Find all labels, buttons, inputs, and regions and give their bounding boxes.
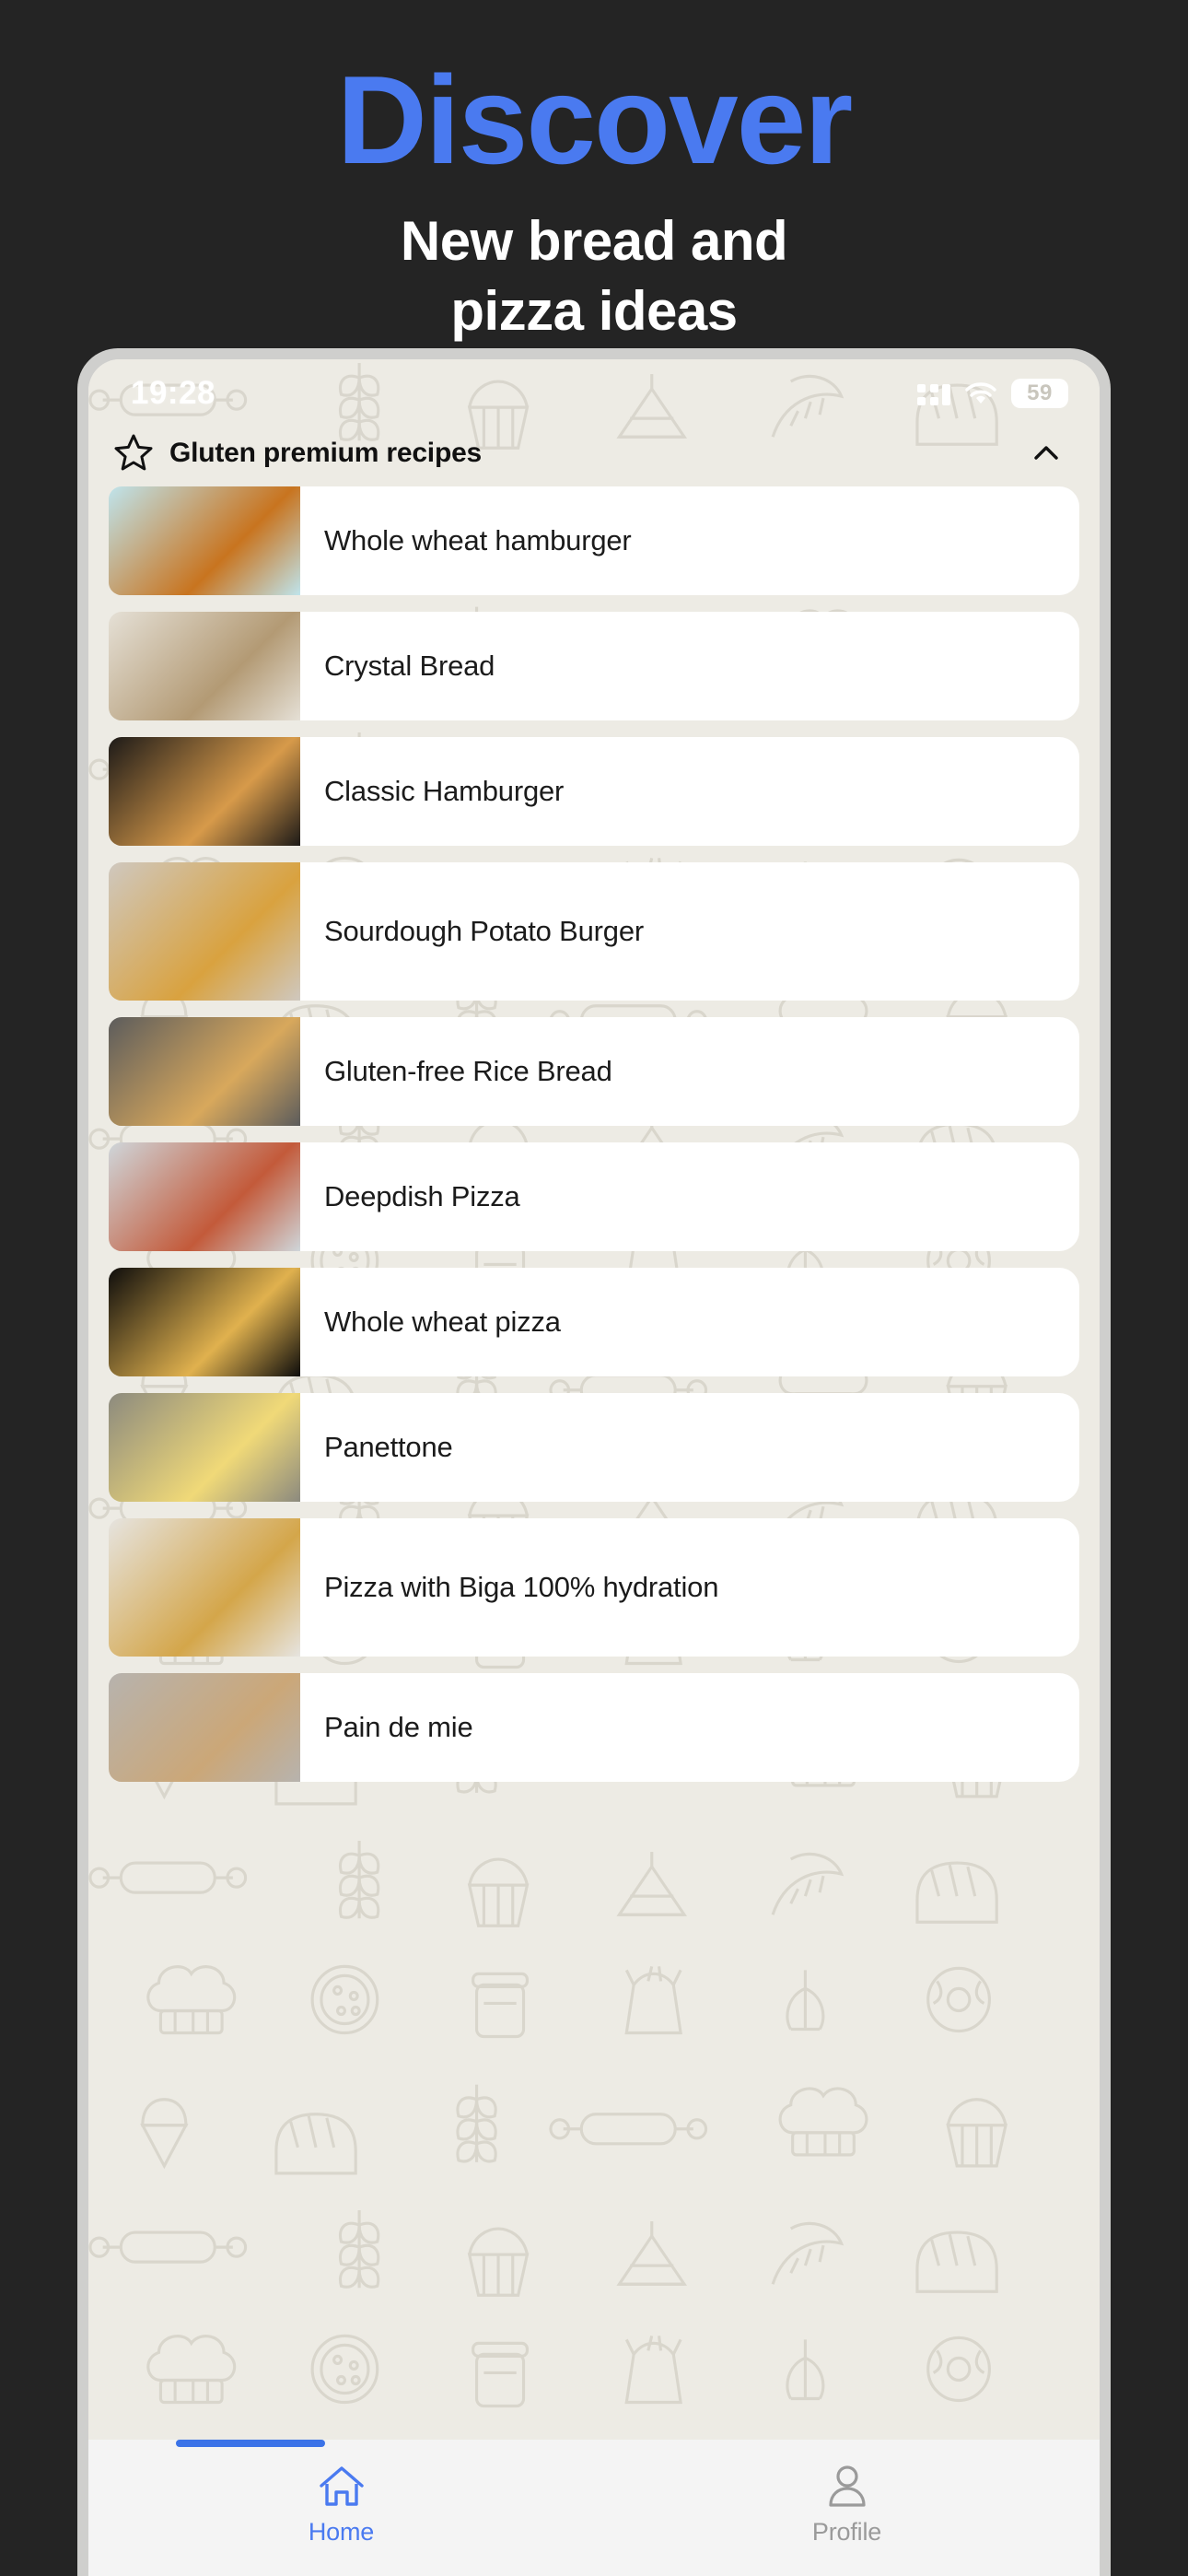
recipe-thumbnail <box>109 1017 300 1126</box>
recipe-title: Crystal Bread <box>324 649 495 682</box>
recipe-card-body: Sourdough Potato Burger <box>300 862 1079 1001</box>
cheeseburger-photo <box>109 737 300 846</box>
recipe-card[interactable]: Whole wheat pizza <box>109 1268 1079 1376</box>
status-bar: 19:28 59 <box>88 359 1100 420</box>
recipe-thumbnail <box>109 862 300 1001</box>
wifi-icon <box>965 381 996 405</box>
person-icon <box>822 2462 872 2512</box>
nav-item-home[interactable]: Home <box>88 2462 594 2547</box>
recipe-card[interactable]: Gluten-free Rice Bread <box>109 1017 1079 1126</box>
recipe-card[interactable]: Pizza with Biga 100% hydration <box>109 1518 1079 1657</box>
deepdish-pizza-photo <box>109 1142 300 1251</box>
home-icon <box>317 2462 367 2512</box>
recipe-title: Deepdish Pizza <box>324 1179 520 1212</box>
nav-item-profile[interactable]: Profile <box>594 2462 1100 2547</box>
biga-pizza-photo <box>109 1518 300 1657</box>
section-header[interactable]: Gluten premium recipes <box>88 420 1100 486</box>
recipe-card[interactable]: Whole wheat hamburger <box>109 486 1079 595</box>
battery-indicator: 59 <box>1011 379 1068 408</box>
recipe-card-body: Gluten-free Rice Bread <box>300 1017 1079 1126</box>
promo-subtitle: New bread and pizza ideas <box>0 206 1188 345</box>
promo-title: Discover <box>336 50 854 190</box>
recipe-card[interactable]: Pain de mie <box>109 1673 1079 1782</box>
recipe-card-body: Panettone <box>300 1393 1079 1502</box>
phone-bezel: 19:28 59 Gluten premium recipes Whole wh… <box>77 348 1111 2576</box>
rice-bread-loaf-photo <box>109 1017 300 1126</box>
section-title: Gluten premium recipes <box>169 438 483 468</box>
potato-burger-photo <box>109 862 300 1001</box>
recipe-card-body: Whole wheat pizza <box>300 1268 1079 1376</box>
chevron-up-icon[interactable] <box>1030 437 1063 470</box>
recipe-thumbnail <box>109 737 300 846</box>
nav-label-home: Home <box>308 2518 375 2546</box>
recipe-title: Sourdough Potato Burger <box>324 914 644 947</box>
recipe-thumbnail <box>109 1142 300 1251</box>
recipe-card-body: Whole wheat hamburger <box>300 486 1079 595</box>
recipe-thumbnail <box>109 486 300 595</box>
promo-subtitle-line-1: New bread and <box>400 210 788 272</box>
pain-de-mie-photo <box>109 1673 300 1782</box>
recipe-title: Whole wheat pizza <box>324 1305 561 1338</box>
nav-label-profile: Profile <box>811 2518 882 2546</box>
active-tab-indicator <box>176 2440 325 2447</box>
recipe-title: Classic Hamburger <box>324 774 565 807</box>
panettone-photo <box>109 1393 300 1502</box>
recipe-card[interactable]: Panettone <box>109 1393 1079 1502</box>
recipe-card-body: Pain de mie <box>300 1673 1079 1782</box>
status-bar-indicators: 59 <box>917 379 1068 408</box>
recipe-thumbnail <box>109 1268 300 1376</box>
recipe-thumbnail <box>109 1518 300 1657</box>
signal-bars-icon <box>917 381 950 405</box>
recipe-card[interactable]: Classic Hamburger <box>109 737 1079 846</box>
recipe-card-body: Classic Hamburger <box>300 737 1079 846</box>
recipe-title: Pain de mie <box>324 1710 473 1743</box>
recipe-card-body: Deepdish Pizza <box>300 1142 1079 1251</box>
recipe-thumbnail <box>109 1393 300 1502</box>
recipe-card-body: Crystal Bread <box>300 612 1079 720</box>
recipe-card[interactable]: Crystal Bread <box>109 612 1079 720</box>
whole-wheat-pizza-photo <box>109 1268 300 1376</box>
recipe-thumbnail <box>109 612 300 720</box>
recipe-title: Panettone <box>324 1430 453 1463</box>
status-bar-clock: 19:28 <box>131 375 216 411</box>
recipe-title: Pizza with Biga 100% hydration <box>324 1570 719 1603</box>
sesame-bun-photo <box>109 486 300 595</box>
recipe-thumbnail <box>109 1673 300 1782</box>
bottom-navigation-bar[interactable]: Home Profile <box>88 2440 1100 2576</box>
star-outline-icon[interactable] <box>112 432 155 474</box>
recipe-card[interactable]: Deepdish Pizza <box>109 1142 1079 1251</box>
recipe-title: Gluten-free Rice Bread <box>324 1054 612 1087</box>
phone-mockup: 19:28 59 Gluten premium recipes Whole wh… <box>77 348 1111 2576</box>
recipe-card-body: Pizza with Biga 100% hydration <box>300 1518 1079 1657</box>
promo-header: Discover New bread and pizza ideas <box>0 0 1188 345</box>
recipe-title: Whole wheat hamburger <box>324 523 632 556</box>
promo-subtitle-line-2: pizza ideas <box>450 279 738 342</box>
recipe-card[interactable]: Sourdough Potato Burger <box>109 862 1079 1001</box>
sliced-crystal-bread-photo <box>109 612 300 720</box>
phone-screen: 19:28 59 Gluten premium recipes Whole wh… <box>88 359 1100 2576</box>
recipe-list[interactable]: Whole wheat hamburger Crystal Bread Classi… <box>88 486 1100 2440</box>
